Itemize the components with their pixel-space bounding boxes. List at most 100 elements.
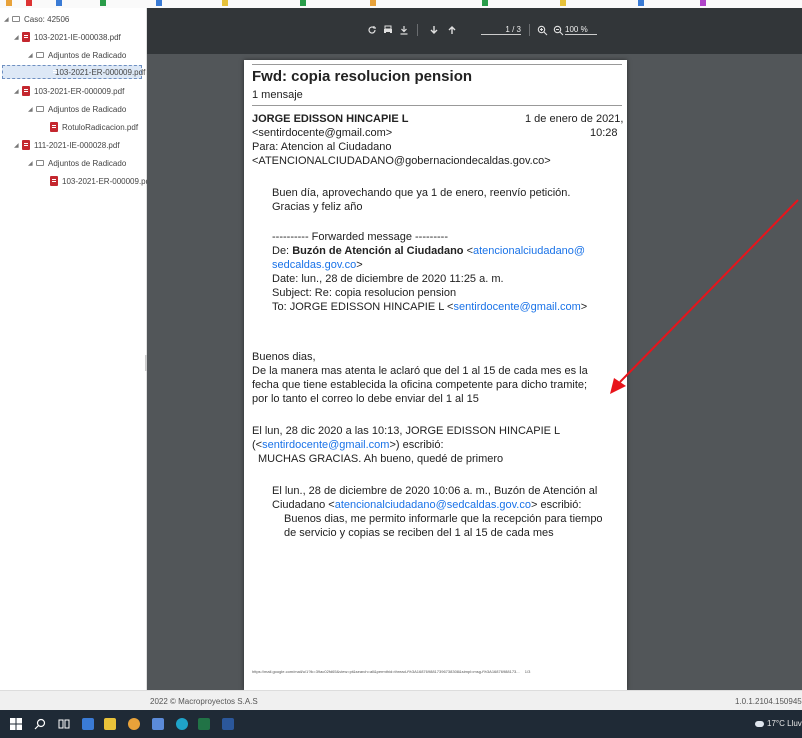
forwarded-to: To: JORGE EDISSON HINCAPIE L <sentirdoce… xyxy=(272,300,587,314)
forwarded-subject: Subject: Re: copia resolucion pension xyxy=(272,287,457,299)
print-footer-url: https://mail.google.com/mail/u/1?ik=39ac… xyxy=(252,669,520,674)
tree-item-folder[interactable]: ◢ Adjuntos de Radicado xyxy=(28,48,126,62)
from-email-link[interactable]: sedcaldas.gov.co xyxy=(272,259,356,271)
nested-quote-header-cont: Ciudadano <atencionalciudadano@sedcaldas… xyxy=(272,498,581,512)
chevron-down-icon[interactable]: ◢ xyxy=(14,142,22,149)
body-line: Gracias y feliz año xyxy=(272,201,363,213)
tree-item-case[interactable]: ◢ Caso: 42506 xyxy=(4,12,69,26)
chevron-down-icon[interactable]: ◢ xyxy=(28,52,36,59)
print-footer-page: 1/3 xyxy=(524,669,531,674)
forwarded-from: De: Buzón de Atención al Ciudadano <aten… xyxy=(272,244,585,258)
recipient-email: <ATENCIONALCIUDADANO@gobernaciondecaldas… xyxy=(252,155,551,167)
weather-widget[interactable]: 17°C Lluvia ligera xyxy=(755,719,802,728)
pdf-toolbar: 1 / 3 100 % xyxy=(147,8,802,54)
print-footer: https://mail.google.com/mail/u/1?ik=39ac… xyxy=(252,669,530,674)
pdf-page: Fwd: copia resolucion pension 1 mensaje … xyxy=(244,60,627,690)
tree-item-label: Adjuntos de Radicado xyxy=(48,104,127,114)
to-email-link[interactable]: sentirdocente@gmail.com xyxy=(453,301,580,313)
reply-line: fecha que tiene establecida la oficina c… xyxy=(252,379,588,391)
message-count: 1 mensaje xyxy=(252,89,303,101)
task-view-icon[interactable] xyxy=(58,718,70,730)
to-close: > xyxy=(580,301,588,313)
quote-header-cont: (<sentirdocente@gmail.com>) escribió: xyxy=(252,438,444,452)
edge-icon[interactable] xyxy=(176,718,188,730)
nested-quote-header: El lun., 28 de diciembre de 2020 10:06 a… xyxy=(272,485,598,497)
sender-name: JORGE EDISSON HINCAPIE L xyxy=(252,113,409,125)
app-icon[interactable] xyxy=(82,718,94,730)
tree-item-pdf[interactable]: RotuloRadicacion.pdf xyxy=(50,120,138,134)
tree-item-pdf[interactable]: ◢ 111-2021-IE-000028.pdf xyxy=(14,138,120,152)
tree-item-folder[interactable]: ◢ Adjuntos de Radicado xyxy=(28,156,126,170)
forwarded-from-cont: sedcaldas.gov.co> xyxy=(272,258,363,272)
copyright: 2022 © Macroproyectos S.A.S xyxy=(150,697,258,706)
download-icon[interactable] xyxy=(397,22,411,38)
word-icon[interactable] xyxy=(222,718,234,730)
tree-item-label: Adjuntos de Radicado xyxy=(48,158,127,168)
email-date: 1 de enero de 2021, xyxy=(525,113,624,125)
pdf-icon xyxy=(22,32,30,42)
chevron-down-icon[interactable]: ◢ xyxy=(4,16,12,23)
pdf-icon xyxy=(22,86,30,96)
toolbar-separator xyxy=(529,24,530,36)
reply-line: Buenos dias, xyxy=(252,351,316,363)
header-rule xyxy=(252,105,622,106)
reply-line: por lo tanto el correo lo debe enviar de… xyxy=(252,393,479,405)
tree-item-label: 103-2021-IE-000038.pdf xyxy=(34,32,121,42)
calculator-icon[interactable] xyxy=(152,718,164,730)
nested-quote-body: Buenos dias, me permito informarle que l… xyxy=(284,513,603,525)
email-time: 10:28 xyxy=(590,127,618,139)
tree-item-pdf[interactable]: ◢ 103-2021-IE-000038.pdf xyxy=(14,30,121,44)
version-label: 1.0.1.2104.150945 xyxy=(735,697,802,706)
nested-prefix: Ciudadano < xyxy=(272,499,335,511)
tree-item-pdf[interactable]: 103-2021-ER-000009.pdf xyxy=(50,174,152,188)
from-email-link[interactable]: atencionalciudadano@ xyxy=(473,245,585,257)
reply-line: De la manera mas atenta le aclaró que de… xyxy=(252,365,588,377)
folder-icon xyxy=(36,106,44,112)
page-number-input[interactable]: 1 / 3 xyxy=(481,25,521,35)
forwarded-header: ---------- Forwarded message --------- xyxy=(272,231,448,243)
nested-quote-body: de servicio y copias se reciben del 1 al… xyxy=(284,527,554,539)
nested-email-link[interactable]: atencionalciudadano@sedcaldas.gov.co xyxy=(335,499,531,511)
folder-icon xyxy=(12,16,20,22)
folder-icon xyxy=(36,160,44,166)
tree-item-selected-pdf[interactable]: 103-2021-ER-000009.pdf xyxy=(2,65,145,79)
from-open: < xyxy=(463,245,473,257)
tree-item-label: 103-2021-ER-000009.pdf xyxy=(34,86,125,96)
search-icon[interactable] xyxy=(34,718,46,730)
to-prefix: To: JORGE EDISSON HINCAPIE L < xyxy=(272,301,454,313)
quote-close: >) escribió: xyxy=(389,439,444,451)
pdf-icon xyxy=(50,176,58,186)
from-close: > xyxy=(356,259,363,271)
chevron-down-icon[interactable]: ◢ xyxy=(14,34,22,41)
zoom-level-input[interactable]: 100 % xyxy=(565,25,597,35)
chevron-down-icon[interactable]: ◢ xyxy=(28,160,36,167)
chrome-icon[interactable] xyxy=(128,718,140,730)
quote-email-link[interactable]: sentirdocente@gmail.com xyxy=(262,439,389,451)
tree-item-label: RotuloRadicacion.pdf xyxy=(62,122,139,132)
document-tree: ◢ Caso: 42506 ◢ 103-2021-IE-000038.pdf ◢… xyxy=(0,8,152,690)
tree-item-label: 103-2021-ER-000009.pdf xyxy=(62,176,153,186)
chevron-down-icon[interactable]: ◢ xyxy=(28,106,36,113)
pdf-icon xyxy=(50,122,58,132)
tree-item-folder[interactable]: ◢ Adjuntos de Radicado xyxy=(28,102,126,116)
quote-header: El lun, 28 dic 2020 a las 10:13, JORGE E… xyxy=(252,425,561,437)
zoom-in-icon[interactable] xyxy=(535,22,549,38)
tree-item-label: Caso: 42506 xyxy=(24,14,70,24)
file-explorer-icon[interactable] xyxy=(104,718,116,730)
quote-body: MUCHAS GRACIAS. Ah bueno, quedé de prime… xyxy=(258,453,504,465)
chevron-down-icon[interactable]: ◢ xyxy=(14,88,22,95)
arrow-down-icon[interactable] xyxy=(427,22,441,38)
rotate-icon[interactable] xyxy=(365,22,379,38)
tree-item-pdf[interactable]: ◢ 103-2021-ER-000009.pdf xyxy=(14,84,124,98)
pdf-icon xyxy=(22,140,30,150)
windows-start-icon[interactable] xyxy=(10,718,22,730)
print-icon[interactable] xyxy=(381,22,395,38)
cloud-icon xyxy=(755,720,764,727)
nested-suffix: > escribió: xyxy=(530,499,582,511)
excel-icon[interactable] xyxy=(198,718,210,730)
zoom-out-icon[interactable] xyxy=(551,22,565,38)
arrow-up-icon[interactable] xyxy=(445,22,459,38)
quote-open: (< xyxy=(252,439,263,451)
forwarded-date: Date: lun., 28 de diciembre de 2020 11:2… xyxy=(272,273,504,285)
tree-item-label: Adjuntos de Radicado xyxy=(48,50,127,60)
